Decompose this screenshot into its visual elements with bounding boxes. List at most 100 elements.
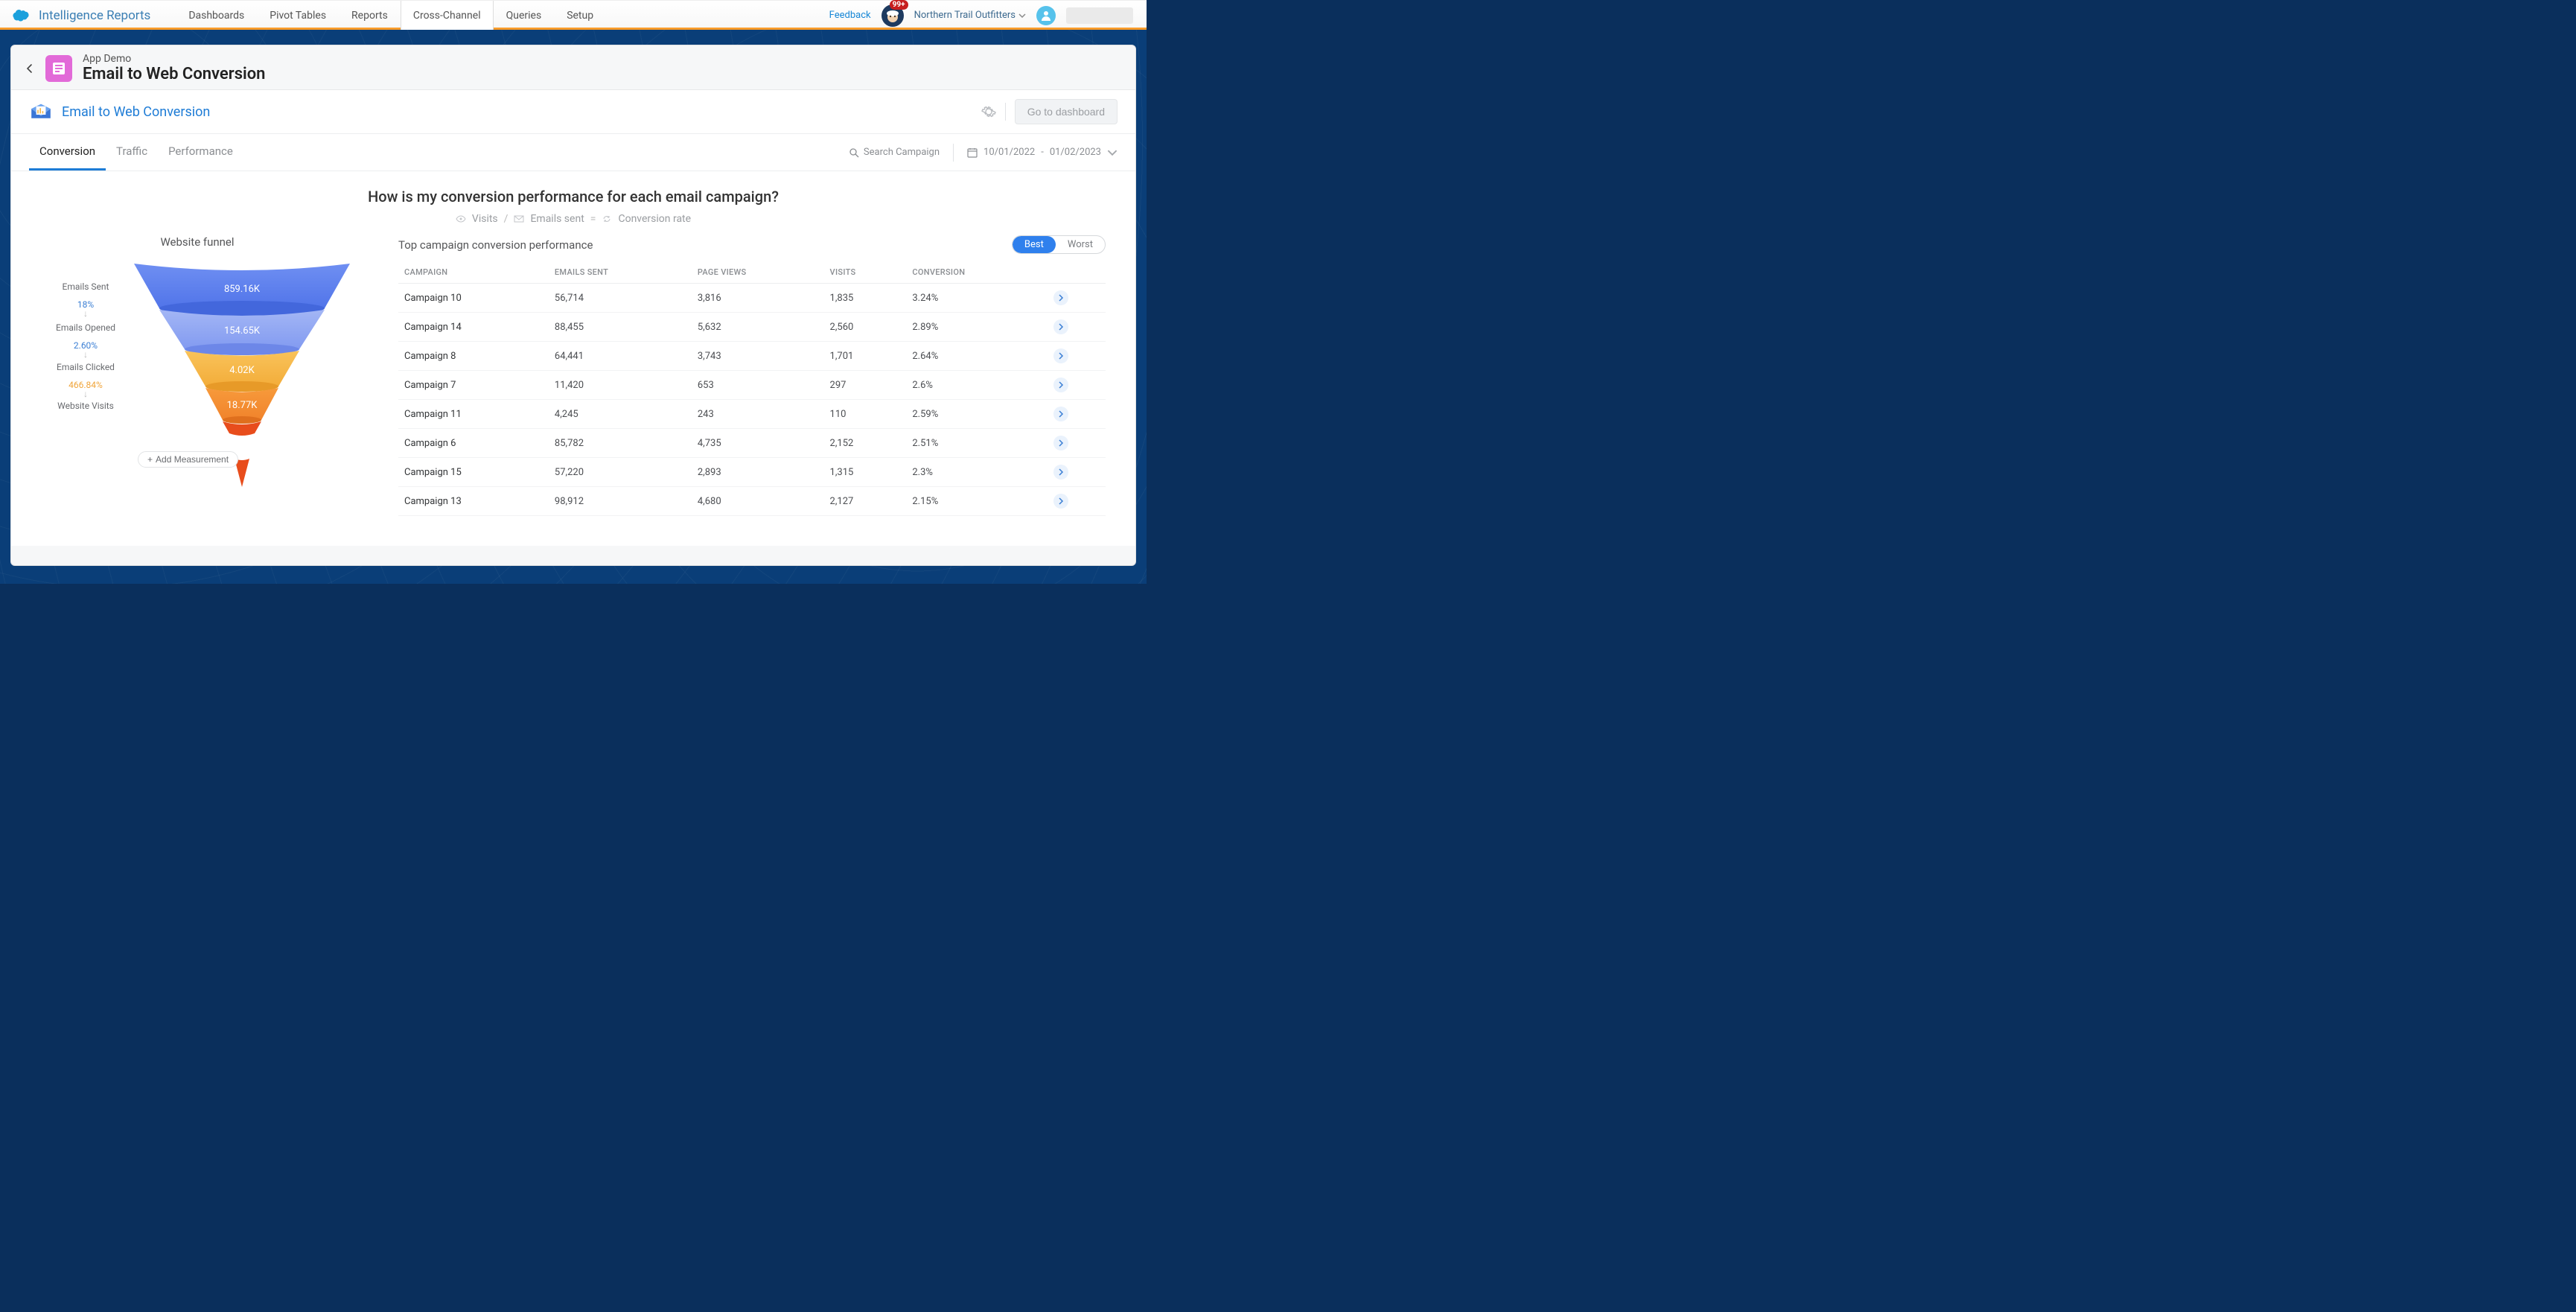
chevron-right-icon [1057, 410, 1065, 418]
funnel-chart: 859.16K 154.65K 4.02K 18.77K Emails Sent… [41, 259, 354, 505]
calendar-icon [967, 147, 978, 158]
funnel-stage-name: Emails Opened [41, 322, 130, 333]
notification-badge: 99+ [890, 0, 908, 10]
tab-traffic[interactable]: Traffic [106, 134, 158, 171]
table-title: Top campaign conversion performance [398, 238, 593, 252]
plus-icon: + [147, 454, 153, 465]
date-sep: - [1041, 147, 1044, 158]
feedback-link[interactable]: Feedback [829, 10, 871, 21]
navtab-reports[interactable]: Reports [339, 1, 401, 30]
search-campaign[interactable]: Search Campaign [849, 147, 940, 158]
row-expand-button[interactable] [1053, 319, 1068, 334]
divider [953, 144, 954, 162]
row-expand-button[interactable] [1053, 465, 1068, 480]
mascot-avatar[interactable]: 99+ [881, 4, 904, 27]
cell-c: Campaign 6 [398, 429, 549, 458]
funnel-stage-label: Emails Sent18%↓ [41, 281, 130, 319]
formula: Visits / Emails sent = Conversion rate [41, 213, 1106, 225]
cell-v: 2,152 [824, 429, 907, 458]
back-chevron-icon[interactable] [25, 63, 35, 74]
funnel-value-1: 154.65K [224, 325, 261, 337]
cell-cv: 2.89% [906, 313, 1047, 342]
app-icon [45, 55, 72, 82]
gear-icon[interactable] [981, 104, 996, 119]
cell-cv: 2.15% [906, 487, 1047, 516]
chevron-right-icon [1057, 381, 1065, 389]
navtab-pivot-tables[interactable]: Pivot Tables [257, 1, 339, 30]
formula-eq: = [590, 213, 596, 225]
th-page-views[interactable]: PAGE VIEWS [692, 261, 824, 284]
row-expand-button[interactable] [1053, 494, 1068, 509]
cell-v: 297 [824, 371, 907, 400]
cell-c: Campaign 8 [398, 342, 549, 371]
user-avatar[interactable] [1036, 6, 1056, 25]
cell-pv: 2,893 [692, 458, 824, 487]
org-name: Northern Trail Outfitters [914, 10, 1016, 21]
table-row: Campaign 864,4413,7431,7012.64% [398, 342, 1106, 371]
tab-conversion[interactable]: Conversion [29, 134, 106, 171]
row-expand-button[interactable] [1053, 348, 1068, 363]
cell-c: Campaign 13 [398, 487, 549, 516]
th-emails-sent[interactable]: EMAILS SENT [549, 261, 692, 284]
cell-es: 85,782 [549, 429, 692, 458]
cell-v: 2,127 [824, 487, 907, 516]
th-visits[interactable]: VISITS [824, 261, 907, 284]
tab-performance[interactable]: Performance [158, 134, 243, 171]
cell-pv: 3,816 [692, 284, 824, 313]
arrow-down-icon: ↓ [41, 349, 130, 360]
brand-title: Intelligence Reports [39, 8, 150, 23]
cell-v: 2,560 [824, 313, 907, 342]
question-title: How is my conversion performance for eac… [41, 188, 1106, 206]
nav-tabs: DashboardsPivot TablesReportsCross-Chann… [176, 1, 606, 30]
astro-icon [885, 8, 900, 23]
org-switcher[interactable]: Northern Trail Outfitters [914, 10, 1026, 21]
section-tabs: ConversionTrafficPerformance [29, 134, 243, 171]
app-background: App Demo Email to Web Conversion Email t… [0, 30, 1147, 584]
top-nav: Intelligence Reports DashboardsPivot Tab… [0, 0, 1147, 30]
toggle-best[interactable]: Best [1013, 236, 1056, 253]
navtab-setup[interactable]: Setup [554, 1, 606, 30]
mail-icon [514, 214, 524, 224]
funnel-stage-label: Website Visits [41, 401, 130, 411]
row-expand-button[interactable] [1053, 290, 1068, 305]
row-expand-button[interactable] [1053, 378, 1068, 392]
date-range-picker[interactable]: 10/01/2022 - 01/02/2023 [967, 147, 1118, 158]
funnel-stage-name: Website Visits [41, 401, 130, 411]
page-card: Email to Web Conversion Go to dashboard … [11, 89, 1135, 546]
cell-es: 11,420 [549, 371, 692, 400]
funnel-stage-name: Emails Clicked [41, 362, 130, 372]
formula-b: Emails sent [530, 213, 584, 225]
toggle-worst[interactable]: Worst [1056, 236, 1105, 253]
row-expand-button[interactable] [1053, 407, 1068, 421]
cell-pv: 653 [692, 371, 824, 400]
funnel-value-0: 859.16K [224, 284, 261, 295]
th-campaign[interactable]: CAMPAIGN [398, 261, 549, 284]
tab-row: ConversionTrafficPerformance Search Camp… [11, 134, 1135, 171]
cell-v: 1,835 [824, 284, 907, 313]
cell-es: 56,714 [549, 284, 692, 313]
brand: Intelligence Reports [0, 8, 161, 23]
navtab-dashboards[interactable]: Dashboards [176, 1, 257, 30]
breadcrumb: App Demo [83, 53, 265, 65]
date-from: 10/01/2022 [983, 147, 1035, 158]
funnel-stage-label: Emails Clicked466.84%↓ [41, 362, 130, 399]
cell-cv: 2.59% [906, 400, 1047, 429]
panel-header: App Demo Email to Web Conversion [11, 45, 1135, 89]
cell-pv: 5,632 [692, 313, 824, 342]
table-row: Campaign 685,7824,7352,1522.51% [398, 429, 1106, 458]
search-placeholder[interactable] [1066, 7, 1133, 24]
go-to-dashboard-button[interactable]: Go to dashboard [1015, 99, 1118, 124]
chevron-down-icon [1107, 147, 1118, 158]
navtab-cross-channel[interactable]: Cross-Channel [401, 1, 494, 30]
funnel-stage-label: Emails Opened2.60%↓ [41, 322, 130, 360]
cell-v: 110 [824, 400, 907, 429]
date-to: 01/02/2023 [1050, 147, 1101, 158]
cell-c: Campaign 10 [398, 284, 549, 313]
add-measurement-button[interactable]: + Add Measurement [138, 451, 238, 468]
th-conversion[interactable]: CONVERSION [906, 261, 1047, 284]
cell-es: 4,245 [549, 400, 692, 429]
navtab-queries[interactable]: Queries [494, 1, 555, 30]
page-header-title: Email to Web Conversion [62, 104, 210, 120]
row-expand-button[interactable] [1053, 436, 1068, 450]
cell-pv: 3,743 [692, 342, 824, 371]
